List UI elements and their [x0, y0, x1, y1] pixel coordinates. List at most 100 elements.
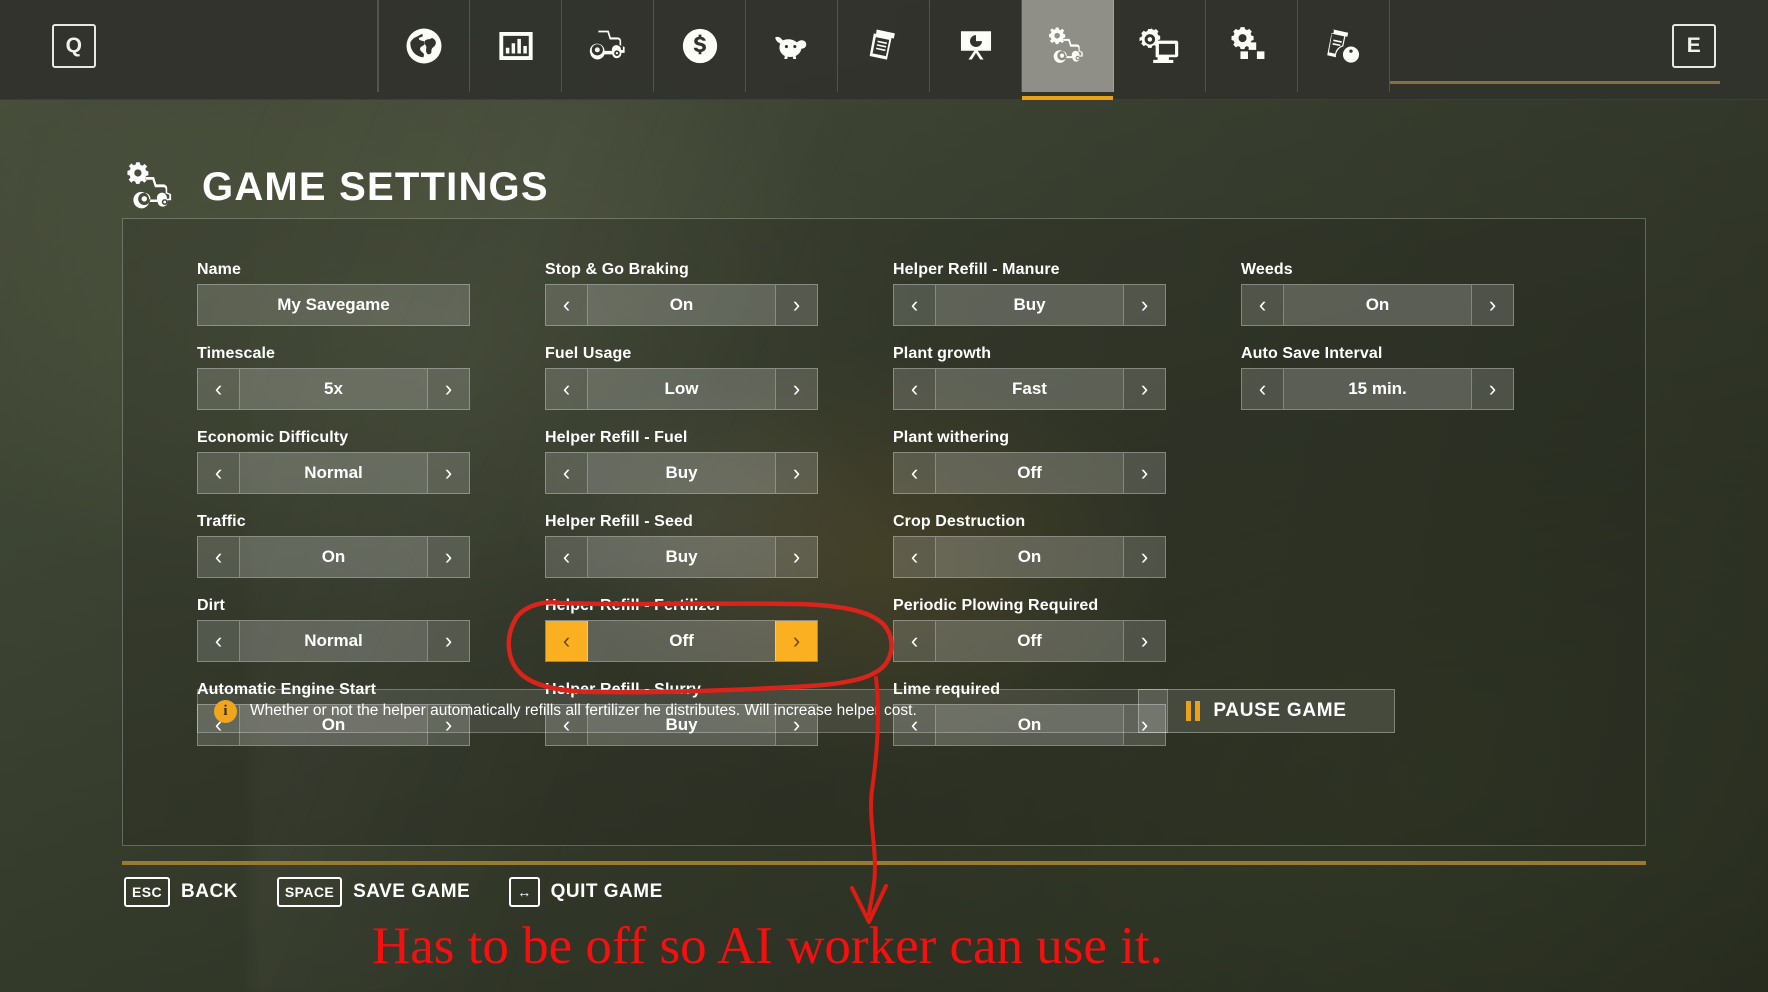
setting-value: Buy: [588, 537, 775, 577]
chevron-left-icon[interactable]: ‹: [198, 621, 240, 661]
setting-row: Crop Destruction ‹ On ›: [893, 513, 1166, 578]
setting-label: Auto Save Interval: [1241, 345, 1383, 362]
setting-stepper: ‹ Low ›: [545, 368, 818, 410]
chevron-right-icon[interactable]: ›: [1123, 369, 1165, 409]
setting-label: Helper Refill - Fuel: [545, 429, 688, 446]
setting-label: Helper Refill - Manure: [893, 261, 1060, 278]
nav-tab-mods-settings[interactable]: [1206, 0, 1298, 92]
nav-tab-animals[interactable]: [746, 0, 838, 92]
chevron-right-icon[interactable]: ›: [427, 621, 469, 661]
setting-stepper: ‹ Off ›: [893, 620, 1166, 662]
chevron-right-icon[interactable]: ›: [427, 537, 469, 577]
pause-game-button[interactable]: PAUSE GAME: [1138, 689, 1395, 733]
prev-page-key-q[interactable]: Q: [52, 24, 96, 68]
chevron-left-icon[interactable]: ‹: [546, 285, 588, 325]
setting-stepper: ‹ Normal ›: [197, 452, 470, 494]
chevron-left-icon[interactable]: ‹: [546, 537, 588, 577]
chevron-right-icon[interactable]: ›: [427, 369, 469, 409]
setting-value: Low: [588, 369, 775, 409]
nav-tab-game-settings[interactable]: [1022, 0, 1114, 100]
chevron-left-icon[interactable]: ‹: [198, 537, 240, 577]
chevron-right-icon[interactable]: ›: [775, 453, 817, 493]
setting-stepper: ‹ 15 min. ›: [1241, 368, 1514, 410]
footer-shortcut-bar: ESC BACK SPACE SAVE GAME ↔ QUIT GAME: [124, 877, 663, 907]
page-header: GAME SETTINGS: [124, 160, 549, 215]
chevron-left-icon[interactable]: ‹: [198, 369, 240, 409]
setting-row: Name My Savegame: [197, 261, 470, 326]
footer-key-cap: ESC: [124, 877, 170, 907]
chevron-left-icon[interactable]: ‹: [894, 453, 936, 493]
setting-value: Off: [588, 621, 775, 661]
footer-shortcut[interactable]: ESC BACK: [124, 877, 238, 907]
chevron-right-icon[interactable]: ›: [775, 537, 817, 577]
chevron-right-icon[interactable]: ›: [1123, 537, 1165, 577]
setting-label: Periodic Plowing Required: [893, 597, 1099, 614]
nav-tab-statistics[interactable]: [470, 0, 562, 92]
chevron-left-icon[interactable]: ‹: [1242, 369, 1284, 409]
footer-divider: [122, 861, 1646, 865]
pause-game-label: PAUSE GAME: [1213, 700, 1347, 721]
gear-blocks-icon: [1231, 25, 1273, 67]
nav-tab-contracts[interactable]: [838, 0, 930, 92]
setting-label: Helper Refill - Fertilizer: [545, 597, 722, 614]
nav-tab-vehicles[interactable]: [562, 0, 654, 92]
setting-row: Weeds ‹ On ›: [1241, 261, 1514, 326]
setting-value: Off: [936, 621, 1123, 661]
chevron-left-icon[interactable]: ‹: [894, 285, 936, 325]
setting-row: Auto Save Interval ‹ 15 min. ›: [1241, 345, 1514, 410]
chevron-right-icon[interactable]: ›: [1123, 285, 1165, 325]
setting-row: Periodic Plowing Required ‹ Off ›: [893, 597, 1166, 662]
nav-tab-finances[interactable]: [654, 0, 746, 92]
chevron-left-icon[interactable]: ‹: [546, 621, 588, 661]
footer-action-label: QUIT GAME: [550, 881, 663, 902]
setting-value: On: [588, 285, 775, 325]
chevron-left-icon[interactable]: ‹: [1242, 285, 1284, 325]
chevron-right-icon[interactable]: ›: [1123, 621, 1165, 661]
nav-tab-prices[interactable]: [930, 0, 1022, 92]
chevron-left-icon[interactable]: ‹: [546, 369, 588, 409]
setting-value: Buy: [588, 453, 775, 493]
savegame-name-input[interactable]: My Savegame: [197, 284, 470, 326]
chevron-right-icon[interactable]: ›: [775, 621, 817, 661]
setting-row: Plant growth ‹ Fast ›: [893, 345, 1166, 410]
gear-tractor-icon: [124, 160, 180, 215]
setting-stepper: ‹ On ›: [197, 536, 470, 578]
chevron-left-icon[interactable]: ‹: [198, 453, 240, 493]
setting-label: Helper Refill - Seed: [545, 513, 693, 530]
chevron-right-icon[interactable]: ›: [1123, 453, 1165, 493]
footer-shortcut[interactable]: SPACE SAVE GAME: [276, 877, 470, 907]
footer-key-cap: SPACE: [276, 877, 343, 907]
chevron-right-icon[interactable]: ›: [1471, 285, 1513, 325]
setting-row: Helper Refill - Seed ‹ Buy ›: [545, 513, 818, 578]
setting-label: Timescale: [197, 345, 275, 362]
cow-icon: [771, 25, 813, 67]
documents-icon: [863, 25, 905, 67]
setting-label: Plant withering: [893, 429, 1010, 446]
topbar-left-section: Q: [0, 0, 378, 92]
topbar-right-section: E: [1390, 0, 1768, 92]
chevron-right-icon[interactable]: ›: [775, 285, 817, 325]
page-title: GAME SETTINGS: [202, 165, 549, 209]
footer-shortcut[interactable]: ↔ QUIT GAME: [509, 877, 663, 907]
pause-icon: [1186, 701, 1201, 721]
nav-tab-help[interactable]: [1298, 0, 1390, 92]
setting-value: On: [936, 537, 1123, 577]
nav-tab-general-settings[interactable]: [1114, 0, 1206, 92]
nav-tab-map[interactable]: [378, 0, 470, 92]
setting-row: Plant withering ‹ Off ›: [893, 429, 1166, 494]
gear-tractor-icon: [1047, 25, 1089, 67]
setting-row: Traffic ‹ On ›: [197, 513, 470, 578]
setting-value: Buy: [936, 285, 1123, 325]
chevron-right-icon[interactable]: ›: [775, 369, 817, 409]
chevron-right-icon[interactable]: ›: [427, 453, 469, 493]
chevron-left-icon[interactable]: ‹: [894, 369, 936, 409]
setting-value: On: [240, 537, 427, 577]
setting-stepper: ‹ On ›: [1241, 284, 1514, 326]
chevron-left-icon[interactable]: ‹: [894, 621, 936, 661]
setting-stepper: ‹ On ›: [545, 284, 818, 326]
next-page-key-e[interactable]: E: [1672, 24, 1716, 68]
chevron-left-icon[interactable]: ‹: [546, 453, 588, 493]
chevron-left-icon[interactable]: ‹: [894, 537, 936, 577]
easel-chart-icon: [955, 25, 997, 67]
chevron-right-icon[interactable]: ›: [1471, 369, 1513, 409]
